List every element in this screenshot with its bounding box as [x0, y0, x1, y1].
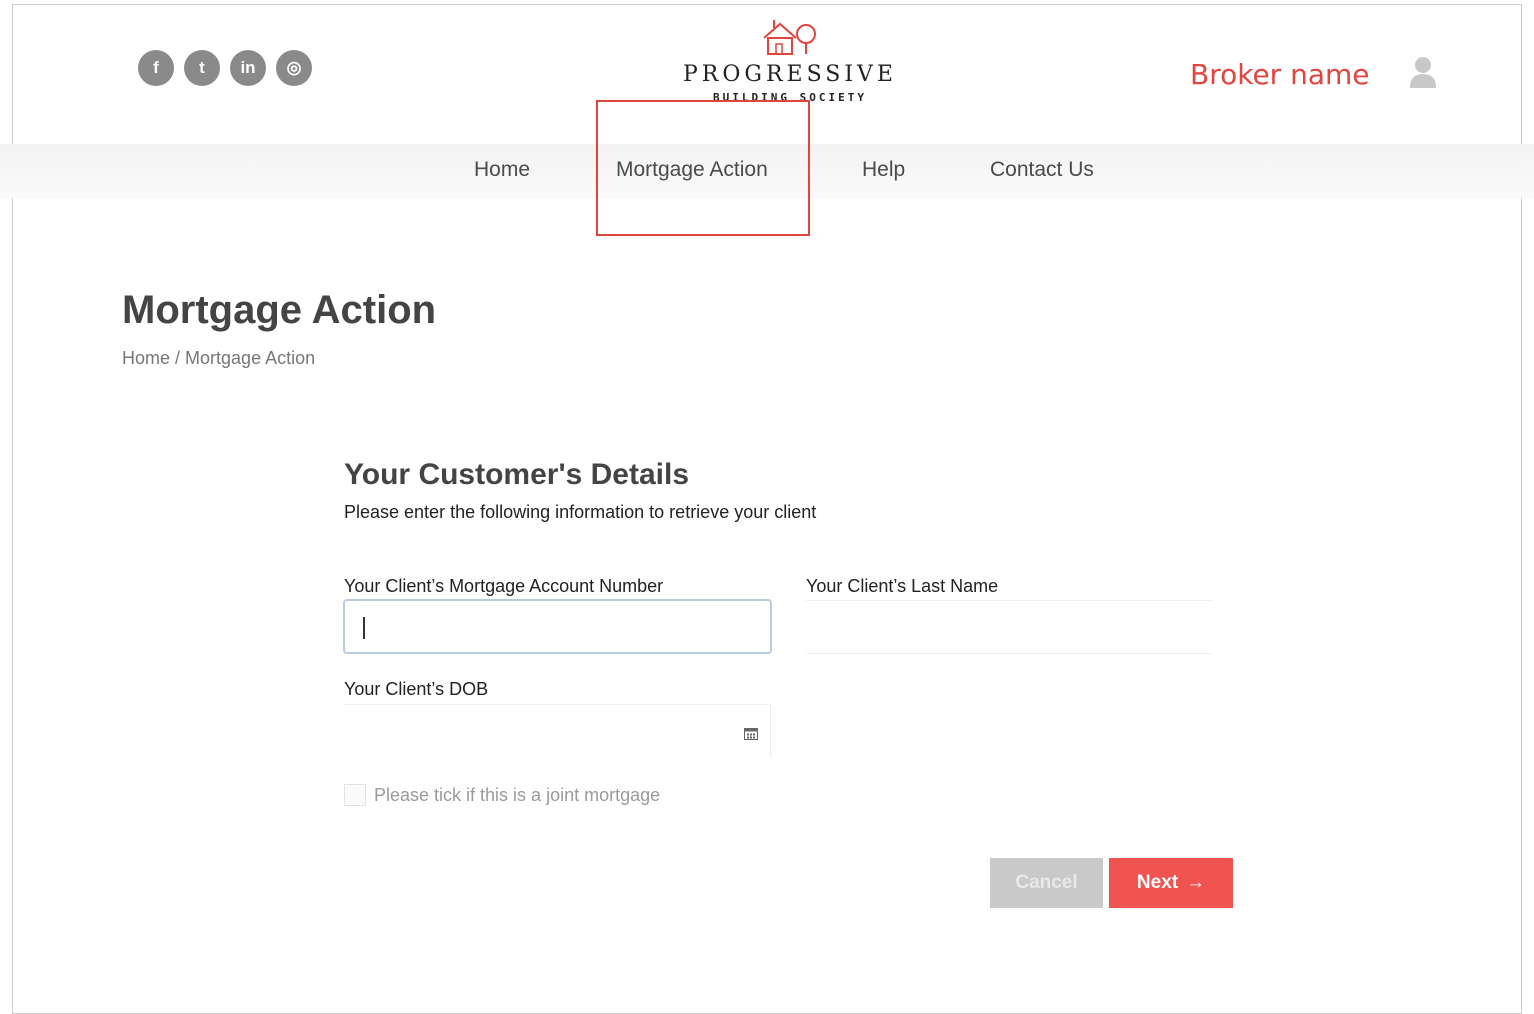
joint-mortgage-label: Please tick if this is a joint mortgage: [374, 784, 661, 805]
breadcrumb-home[interactable]: Home: [122, 348, 170, 368]
dob-input[interactable]: [343, 704, 771, 756]
instagram-icon[interactable]: ◎: [276, 50, 312, 86]
social-links: f t in ◎: [138, 50, 312, 86]
account-number-input[interactable]: [343, 599, 772, 654]
next-button[interactable]: Next →: [1109, 858, 1233, 908]
house-tree-icon: [763, 20, 816, 55]
breadcrumb: Home / Mortgage Action: [122, 348, 315, 369]
account-number-label: Your Client’s Mortgage Account Number: [344, 576, 664, 596]
logo-name: PROGRESSIVE: [683, 62, 897, 87]
nav-home[interactable]: Home: [474, 158, 530, 182]
user-icon[interactable]: [1408, 54, 1438, 88]
facebook-icon[interactable]: f: [138, 50, 174, 86]
joint-mortgage-checkbox[interactable]: [344, 784, 366, 806]
calendar-icon[interactable]: [744, 727, 758, 740]
nav-contact-us[interactable]: Contact Us: [990, 158, 1094, 182]
linkedin-icon[interactable]: in: [230, 50, 266, 86]
last-name-input[interactable]: [806, 600, 1212, 654]
broker-name[interactable]: Broker name: [1190, 58, 1370, 91]
dob-label: Your Client’s DOB: [344, 679, 489, 699]
cancel-button[interactable]: Cancel: [990, 858, 1103, 908]
breadcrumb-current: Mortgage Action: [185, 348, 316, 368]
page-title: Mortgage Action: [122, 288, 437, 332]
twitter-icon[interactable]: t: [184, 50, 220, 86]
arrow-right-icon: →: [1186, 872, 1206, 893]
breadcrumb-separator: /: [170, 348, 186, 368]
site-logo[interactable]: PROGRESSIVE BUILDING SOCIETY: [640, 16, 940, 104]
cancel-button-label: Cancel: [1015, 872, 1078, 893]
nav-help[interactable]: Help: [862, 158, 905, 182]
annotation-highlight-box: [596, 100, 810, 236]
last-name-label: Your Client’s Last Name: [806, 576, 999, 596]
form-title: Your Customer's Details: [344, 458, 689, 491]
joint-mortgage-checkbox-row[interactable]: Please tick if this is a joint mortgage: [344, 784, 660, 806]
text-caret: [363, 617, 365, 639]
next-button-label: Next: [1136, 872, 1179, 893]
form-subtitle: Please enter the following information t…: [344, 502, 817, 522]
